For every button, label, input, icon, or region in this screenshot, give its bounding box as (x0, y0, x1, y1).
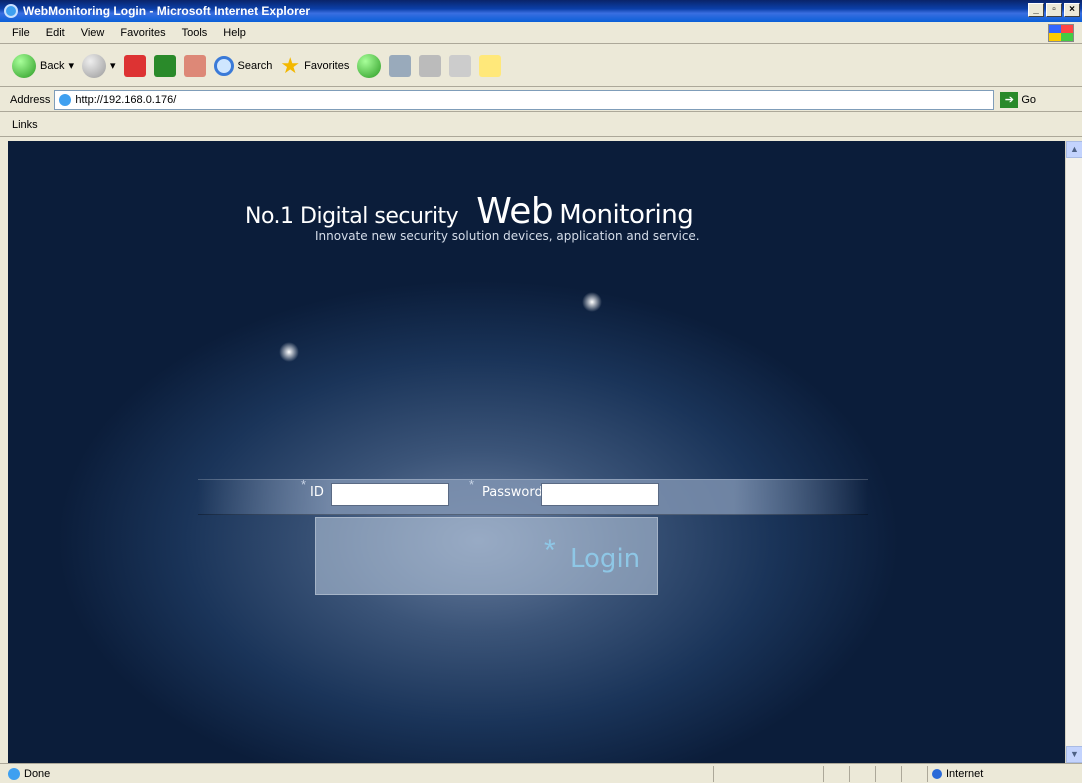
toolbar: Back ▾ ▾ Search ★ Favorites (0, 45, 1082, 87)
search-label: Search (237, 59, 273, 72)
globe-icon (932, 769, 942, 779)
back-button[interactable]: Back ▾ (12, 53, 74, 78)
address-label: Address (10, 93, 51, 106)
refresh-icon[interactable] (153, 54, 176, 77)
password-label: Password (482, 485, 543, 500)
scroll-down-icon[interactable]: ▼ (1066, 746, 1082, 763)
print-icon[interactable] (419, 54, 442, 77)
scroll-up-icon[interactable]: ▲ (1066, 141, 1082, 158)
edit-icon[interactable] (449, 54, 472, 77)
glow-dot (279, 342, 299, 362)
menu-tools[interactable]: Tools (182, 27, 208, 39)
forward-icon (82, 53, 106, 78)
headline-monitoring: Monitoring (559, 200, 694, 230)
title-bar: WebMonitoring Login - Microsoft Internet… (0, 0, 1082, 22)
asterisk-icon: * (544, 534, 556, 567)
home-icon[interactable] (183, 54, 206, 77)
favorites-icon: ★ (280, 52, 301, 78)
dropdown-arrow-icon: ▾ (110, 60, 116, 72)
menu-file[interactable]: File (12, 27, 30, 39)
login-label: Login (570, 544, 641, 574)
favorites-button[interactable]: ★ Favorites (280, 53, 349, 79)
stop-icon[interactable] (123, 54, 146, 77)
forward-button[interactable]: ▾ (82, 53, 116, 78)
history-icon[interactable] (357, 53, 382, 78)
page-subtitle: Innovate new security solution devices, … (315, 229, 700, 243)
links-bar: Links (0, 113, 1082, 137)
page-done-icon (8, 767, 20, 780)
window-title: WebMonitoring Login - Microsoft Internet… (23, 4, 311, 18)
go-button[interactable]: ➔ Go (1000, 91, 1037, 108)
zone-text: Internet (946, 768, 984, 780)
minimize-button[interactable]: _ (1028, 3, 1044, 17)
page-icon (59, 93, 72, 106)
menu-favorites[interactable]: Favorites (120, 27, 165, 39)
address-url: http://192.168.0.176/ (75, 93, 177, 106)
search-icon (213, 55, 234, 76)
asterisk-icon: * (469, 477, 475, 492)
back-label: Back (40, 59, 65, 72)
go-label: Go (1021, 93, 1037, 106)
go-arrow-icon: ➔ (1000, 91, 1019, 108)
id-input[interactable] (331, 483, 449, 506)
dropdown-arrow-icon: ▾ (68, 60, 74, 72)
messenger-icon[interactable] (479, 54, 502, 77)
search-button[interactable]: Search (213, 55, 273, 76)
glow-dot (582, 292, 602, 312)
close-button[interactable]: × (1064, 3, 1080, 17)
password-input[interactable] (541, 483, 659, 506)
address-input[interactable]: http://192.168.0.176/ (54, 89, 995, 110)
menu-edit[interactable]: Edit (46, 27, 65, 39)
maximize-button[interactable]: ▫ (1046, 3, 1062, 17)
headline-prefix: No.1 Digital security (245, 204, 459, 229)
menu-help[interactable]: Help (223, 27, 246, 39)
menu-view[interactable]: View (81, 27, 105, 39)
back-icon (12, 53, 36, 78)
login-button[interactable]: * Login (315, 517, 658, 595)
ie-icon (4, 4, 18, 18)
status-text: Done (24, 767, 51, 780)
id-label: ID (310, 485, 324, 500)
vertical-scrollbar[interactable]: ▲ ▼ (1065, 141, 1082, 763)
status-bar: Done Internet (0, 763, 1082, 783)
mail-icon[interactable] (389, 54, 412, 77)
headline-web: Web (476, 191, 554, 232)
page-headline: No.1 Digital security Web Monitoring (245, 191, 694, 232)
asterisk-icon: * (301, 477, 307, 492)
page-content: No.1 Digital security Web Monitoring Innov… (8, 141, 1065, 763)
address-bar: Address http://192.168.0.176/ ➔ Go (0, 88, 1082, 112)
favorites-label: Favorites (304, 59, 350, 72)
links-label[interactable]: Links (12, 119, 38, 131)
menu-bar: File Edit View Favorites Tools Help (0, 22, 1082, 44)
windows-logo-icon (1048, 24, 1074, 42)
